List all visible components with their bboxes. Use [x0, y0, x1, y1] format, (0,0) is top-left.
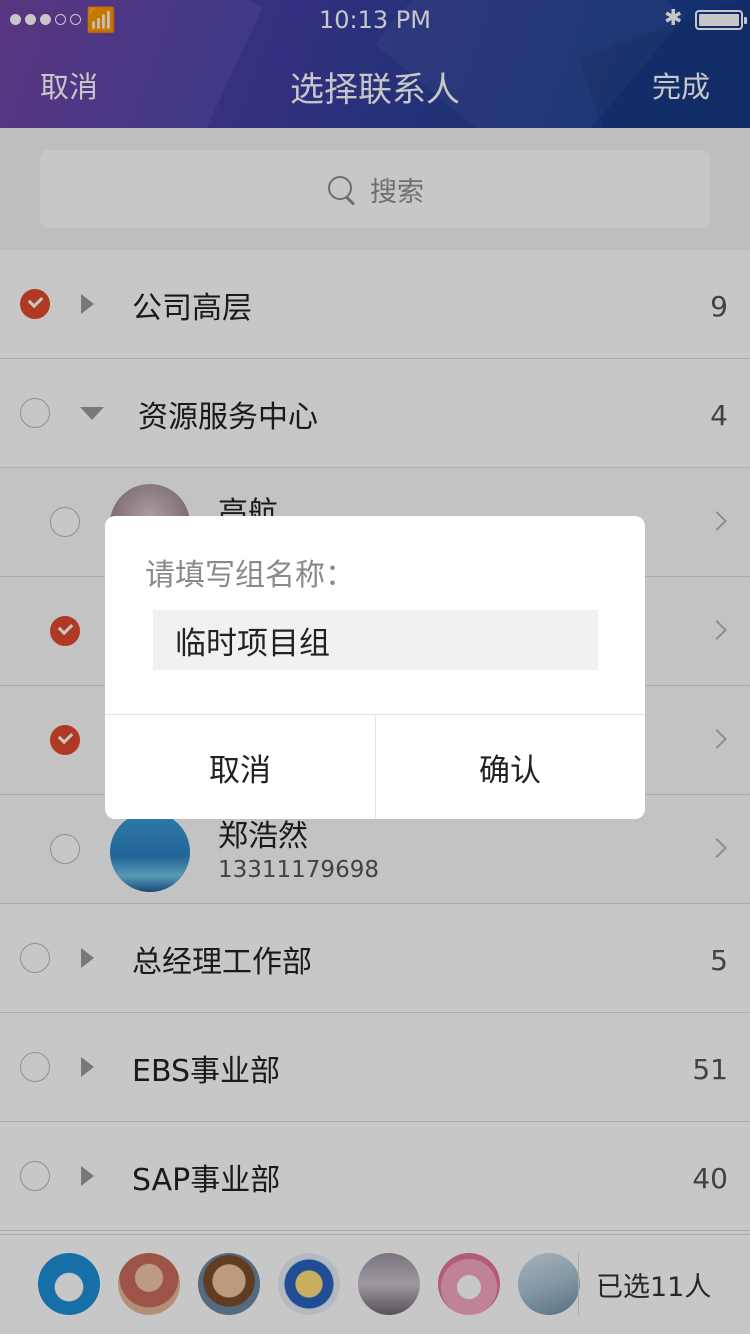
- group-name-dialog: 请填写组名称： 取消 确认: [105, 516, 645, 819]
- dialog-cancel-button[interactable]: 取消: [105, 715, 375, 819]
- group-name-input[interactable]: [153, 610, 598, 670]
- dialog-title: 请填写组名称：: [145, 558, 355, 593]
- dialog-confirm-button[interactable]: 确认: [375, 715, 645, 819]
